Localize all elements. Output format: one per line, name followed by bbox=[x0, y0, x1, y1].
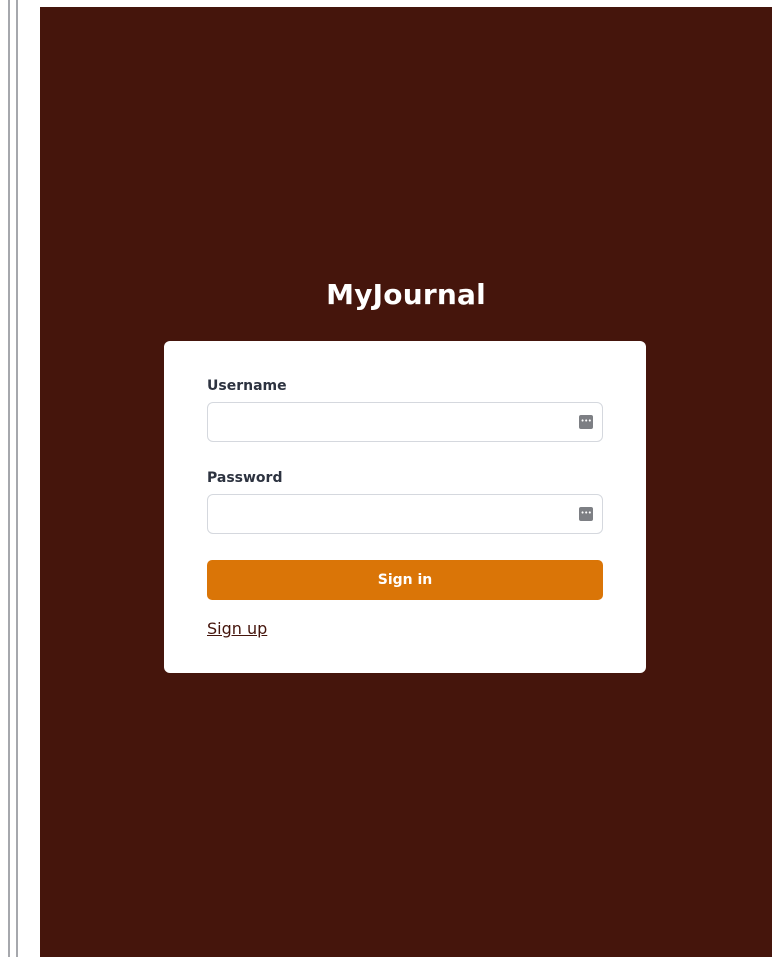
password-manager-icon[interactable]: ••• bbox=[579, 507, 593, 521]
password-manager-icon[interactable]: ••• bbox=[579, 415, 593, 429]
password-label: Password bbox=[207, 470, 283, 486]
username-field-wrapper: ••• bbox=[207, 402, 603, 442]
left-scrollbar[interactable] bbox=[8, 0, 18, 957]
username-label: Username bbox=[207, 378, 287, 394]
sign-in-button[interactable]: Sign in bbox=[207, 560, 603, 600]
login-page: MyJournal Username ••• Password ••• Sign… bbox=[40, 7, 772, 957]
sign-up-link[interactable]: Sign up bbox=[207, 619, 267, 638]
login-card: Username ••• Password ••• Sign in Sign u… bbox=[164, 341, 646, 673]
username-input[interactable] bbox=[208, 403, 578, 441]
password-field-wrapper: ••• bbox=[207, 494, 603, 534]
password-input[interactable] bbox=[208, 495, 578, 533]
browser-viewport: MyJournal Username ••• Password ••• Sign… bbox=[0, 0, 772, 957]
app-title: MyJournal bbox=[326, 278, 486, 311]
